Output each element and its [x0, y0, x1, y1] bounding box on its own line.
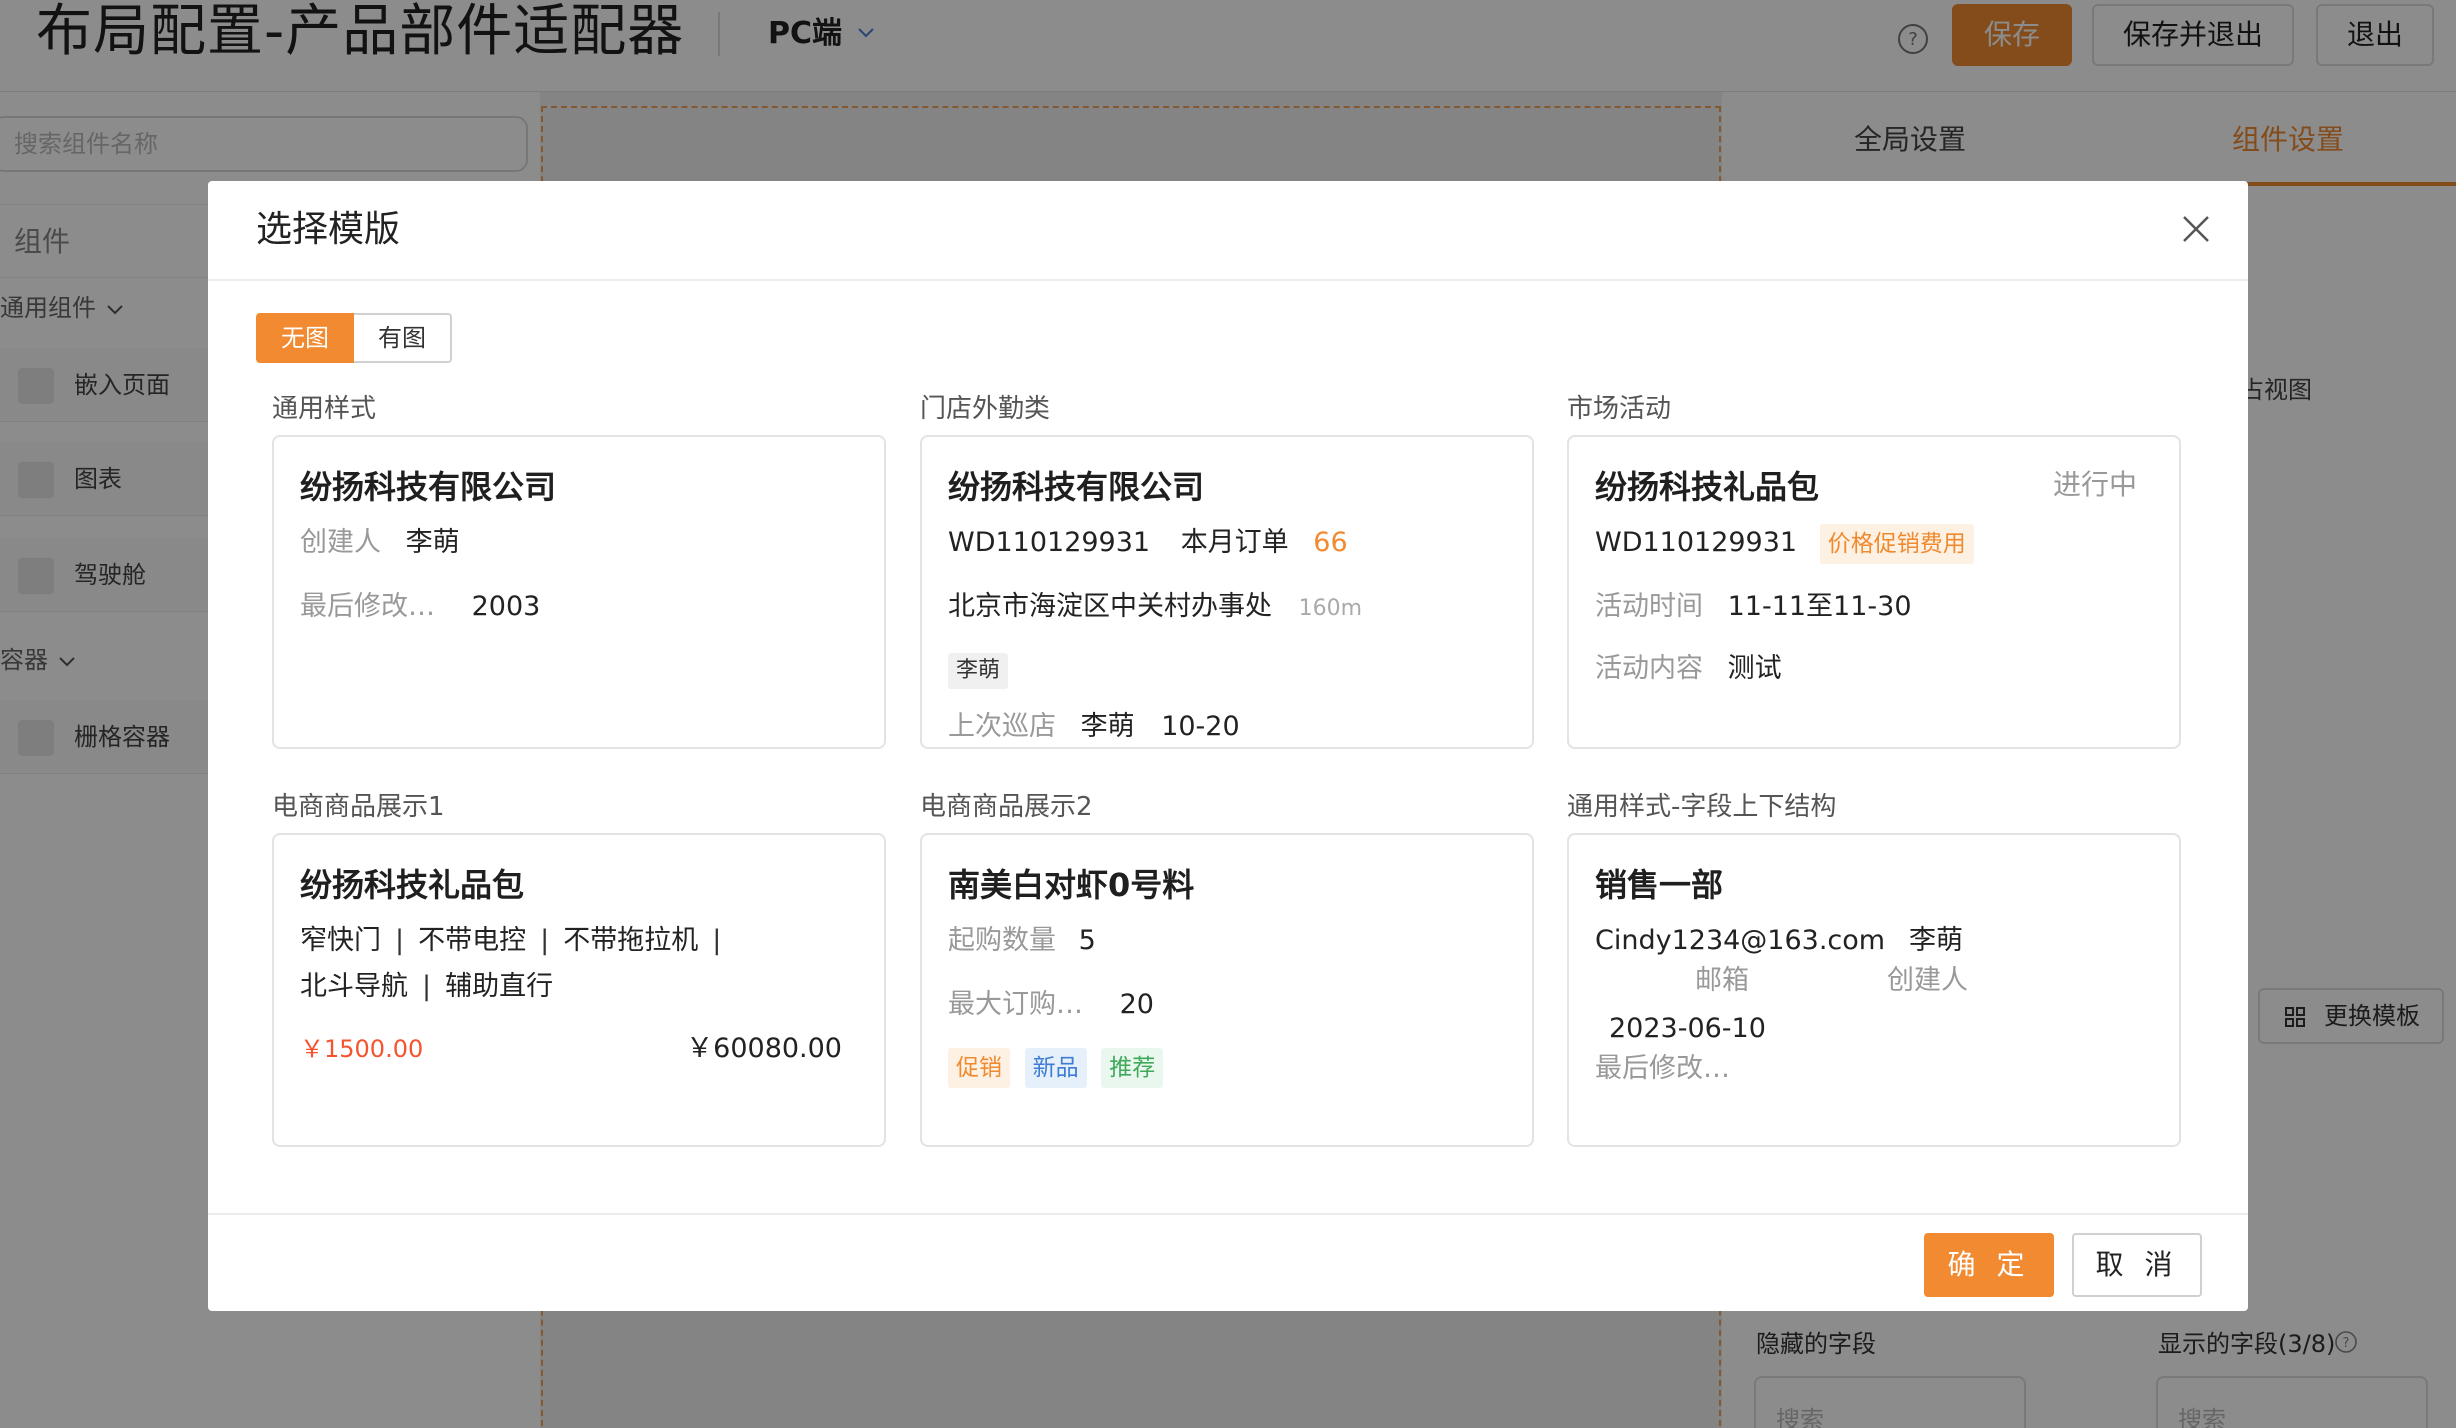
template-label: 电商商品展示2 [920, 792, 1093, 822]
feature-separator: | [540, 925, 550, 956]
field-creator-key: 创建人 [1887, 965, 1968, 996]
template-label: 通用样式-字段上下结构 [1567, 792, 1837, 822]
image-toggle: 无图 有图 [256, 313, 452, 363]
feature-item: 辅助直行 [445, 971, 554, 1002]
card-field-address: 北京市海淀区中关村办事处 160m [948, 587, 1362, 629]
card-field-content: 活动内容 测试 [1595, 649, 1782, 689]
status-badge: 价格促销费用 [1819, 524, 1974, 564]
confirm-button[interactable]: 确 定 [1924, 1233, 2054, 1297]
field-value: WD110129931 [948, 527, 1151, 558]
field-key: 上次巡店 [948, 711, 1056, 742]
card-field-code-orders: WD110129931 本月订单 66 [948, 523, 1348, 563]
field-value: WD110129931 [1595, 527, 1798, 558]
template-label: 通用样式 [272, 394, 377, 424]
field-value: 李萌 [405, 527, 460, 558]
card-title: 纷扬科技有限公司 [948, 468, 1205, 506]
field-date-key: 最后修改… [1595, 1053, 1730, 1084]
card-features-line-1: 窄快门 | 不带电控 | 不带拖拉机 | [300, 921, 735, 961]
template-card-general[interactable]: 纷扬科技有限公司 创建人 李萌 最后修改… 2003 [272, 435, 886, 749]
card-field-max: 最大订购… 20 [948, 985, 1154, 1025]
feature-item: 不带拖拉机 [563, 925, 699, 956]
status-label: 进行中 [2052, 468, 2137, 501]
feature-separator: | [422, 971, 432, 1002]
card-field-modified: 最后修改… 2003 [300, 587, 540, 627]
feature-item: 窄快门 [300, 925, 381, 956]
segment-no-image[interactable]: 无图 [256, 313, 354, 363]
card-field-time: 活动时间 11-11至11-30 [1595, 587, 1912, 627]
field-value: 11-11至11-30 [1727, 591, 1912, 622]
feature-item: 不带电控 [418, 925, 527, 956]
card-tags: 促销 新品 推荐 [948, 1047, 1164, 1088]
field-key: 活动时间 [1595, 591, 1703, 622]
field-value: 66 [1313, 527, 1348, 558]
field-value: 10-20 [1161, 711, 1240, 742]
card-features-line-2: 北斗导航 | 辅助直行 [300, 967, 553, 1007]
template-label: 门店外勤类 [920, 394, 1051, 424]
tag-new: 新品 [1024, 1048, 1087, 1088]
card-title: 南美白对虾0号料 [948, 866, 1195, 904]
card-field-code: WD110129931 价格促销费用 [1595, 523, 1974, 564]
card-field-person: 李萌 [948, 649, 1009, 689]
template-card-ecommerce-1[interactable]: 纷扬科技礼品包 窄快门 | 不带电控 | 不带拖拉机 | 北斗导航 | 辅助直行 ￥1500.… [272, 833, 886, 1147]
card-title: 纷扬科技有限公司 [300, 468, 557, 506]
feature-item: 北斗导航 [300, 971, 408, 1002]
field-value: 北京市海淀区中关村办事处 [948, 591, 1272, 622]
price: ￥1500.00 [300, 1035, 424, 1063]
field-key: 最大订购… [948, 989, 1083, 1020]
template-label: 市场活动 [1567, 394, 1672, 424]
card-field-min: 起购数量 5 [948, 921, 1096, 961]
card-title: 销售一部 [1595, 866, 1724, 904]
field-value: 20 [1119, 989, 1154, 1020]
template-card-ecommerce-2[interactable]: 南美白对虾0号料 起购数量 5 最大订购… 20 促销 新品 推荐 [920, 833, 1534, 1147]
card-field-last-visit: 上次巡店 李萌 10-20 [948, 707, 1240, 747]
field-email-value: Cindy1234@163.com [1595, 925, 1886, 956]
field-key: 起购数量 [948, 925, 1056, 956]
template-card-market[interactable]: 纷扬科技礼品包 进行中 WD110129931 价格促销费用 活动时间 11-1… [1567, 435, 2181, 749]
field-value: 测试 [1727, 653, 1782, 684]
field-key: 最后修改… [300, 591, 435, 622]
dialog-header: 选择模版 [208, 181, 2248, 281]
field-value: 李萌 [1080, 711, 1135, 742]
field-email-key: 邮箱 [1695, 965, 1749, 996]
field-key: 创建人 [300, 527, 381, 558]
template-label: 电商商品展示1 [272, 792, 445, 822]
close-icon[interactable] [2174, 207, 2218, 251]
person-tag: 李萌 [948, 653, 1009, 689]
tag-promo: 促销 [948, 1048, 1010, 1088]
cancel-button[interactable]: 取 消 [2072, 1233, 2202, 1297]
field-key: 本月订单 [1180, 527, 1289, 558]
card-title: 纷扬科技礼品包 [300, 866, 525, 904]
feature-separator: | [395, 925, 405, 956]
card-title: 纷扬科技礼品包 [1595, 468, 1820, 506]
dialog-footer: 确 定 取 消 [208, 1213, 2248, 1311]
tag-recommended: 推荐 [1101, 1048, 1164, 1088]
feature-separator: | [712, 925, 722, 956]
segment-with-image[interactable]: 有图 [354, 313, 452, 363]
field-value: 5 [1078, 925, 1096, 956]
template-card-store[interactable]: 纷扬科技有限公司 WD110129931 本月订单 66 北京市海淀区中关村办事… [920, 435, 1534, 749]
field-key: 活动内容 [1595, 653, 1703, 684]
field-date-value: 2023-06-10 [1609, 1013, 1766, 1044]
field-creator-value: 李萌 [1909, 925, 1963, 956]
field-value: 160m [1298, 596, 1363, 621]
field-value: 2003 [471, 591, 541, 622]
total-price: ￥60080.00 [686, 1033, 842, 1064]
template-card-vertical[interactable]: 销售一部 Cindy1234@163.com 李萌 邮箱 创建人 2023-06… [1567, 833, 2181, 1147]
select-template-dialog: 选择模版 无图 有图 通用样式 纷扬科技有限公司 创建人 李萌 最后修改… 20… [208, 181, 2248, 1311]
card-field-creator: 创建人 李萌 [300, 523, 460, 563]
dialog-title: 选择模版 [256, 209, 401, 250]
